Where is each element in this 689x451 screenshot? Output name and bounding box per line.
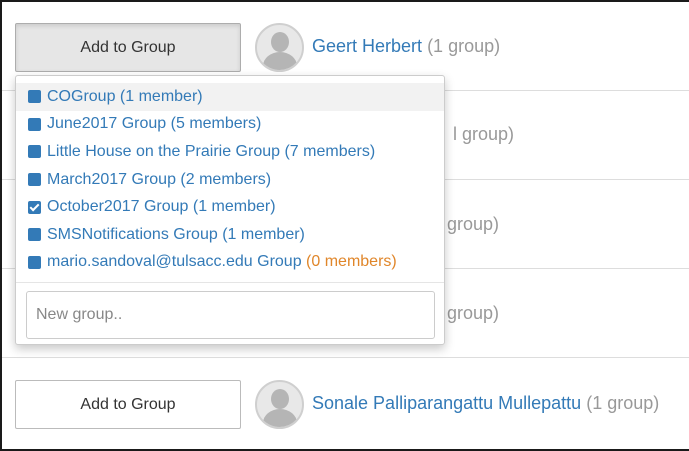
group-name: October2017 Group [47, 198, 189, 216]
group-option[interactable]: June2017 Group (5 members) [16, 111, 444, 139]
member-info: Sonale Palliparangattu Mullepattu (1 gro… [312, 393, 659, 414]
group-option[interactable]: SMSNotifications Group (1 member) [16, 221, 444, 249]
group-member-count: (1 member) [222, 225, 305, 243]
divider [16, 282, 444, 283]
new-group-input[interactable] [26, 291, 435, 339]
group-option[interactable]: October2017 Group (1 member) [16, 193, 444, 221]
group-count: (1 group) [586, 393, 660, 413]
checkbox-icon[interactable] [28, 255, 41, 269]
checkbox-icon[interactable] [28, 173, 41, 187]
group-option[interactable]: Little House on the Prairie Group (7 mem… [16, 138, 444, 166]
group-count: (1 group) [427, 36, 501, 56]
member-info: Geert Herbert (1 group) [312, 36, 500, 57]
group-name: COGroup [47, 87, 116, 105]
checkbox-icon[interactable] [28, 90, 41, 104]
group-option[interactable]: COGroup (1 member) [16, 83, 444, 111]
member-name-link[interactable]: Sonale Palliparangattu Mullepattu [312, 393, 581, 413]
group-name: June2017 Group [47, 115, 167, 133]
checkbox-icon[interactable] [28, 117, 41, 131]
group-member-count: (1 member) [192, 198, 276, 216]
group-member-count: (2 members) [180, 170, 272, 188]
checked-checkbox-icon[interactable] [28, 200, 41, 214]
member-row: Add to Group Sonale Palliparangattu Mull… [2, 358, 689, 447]
group-option[interactable]: March2017 Group (2 members) [16, 166, 444, 194]
group-count: group) [447, 214, 500, 234]
group-member-count: (0 members) [306, 253, 397, 271]
group-member-count: (1 member) [119, 87, 203, 105]
group-count: group) [447, 303, 500, 323]
group-list: COGroup (1 member) June2017 Group (5 mem… [16, 83, 444, 276]
checkbox-icon[interactable] [28, 228, 41, 242]
group-name: SMSNotifications Group [47, 225, 218, 243]
group-count: l group) [453, 124, 515, 144]
group-name: March2017 Group [47, 170, 176, 188]
checkbox-icon[interactable] [28, 145, 41, 159]
group-name: Little House on the Prairie Group [47, 142, 281, 160]
group-dropdown: COGroup (1 member) June2017 Group (5 mem… [15, 75, 445, 345]
add-to-group-button[interactable]: Add to Group [15, 380, 241, 429]
group-name: mario.sandoval@tulsacc.edu Group [47, 253, 302, 271]
member-name-link[interactable]: Geert Herbert [312, 36, 422, 56]
add-to-group-button[interactable]: Add to Group [15, 23, 241, 72]
avatar [255, 23, 304, 72]
group-member-count: (5 members) [170, 115, 262, 133]
group-option[interactable]: mario.sandoval@tulsacc.edu Group (0 memb… [16, 249, 444, 277]
avatar [255, 380, 304, 429]
group-member-count: (7 members) [284, 142, 376, 160]
